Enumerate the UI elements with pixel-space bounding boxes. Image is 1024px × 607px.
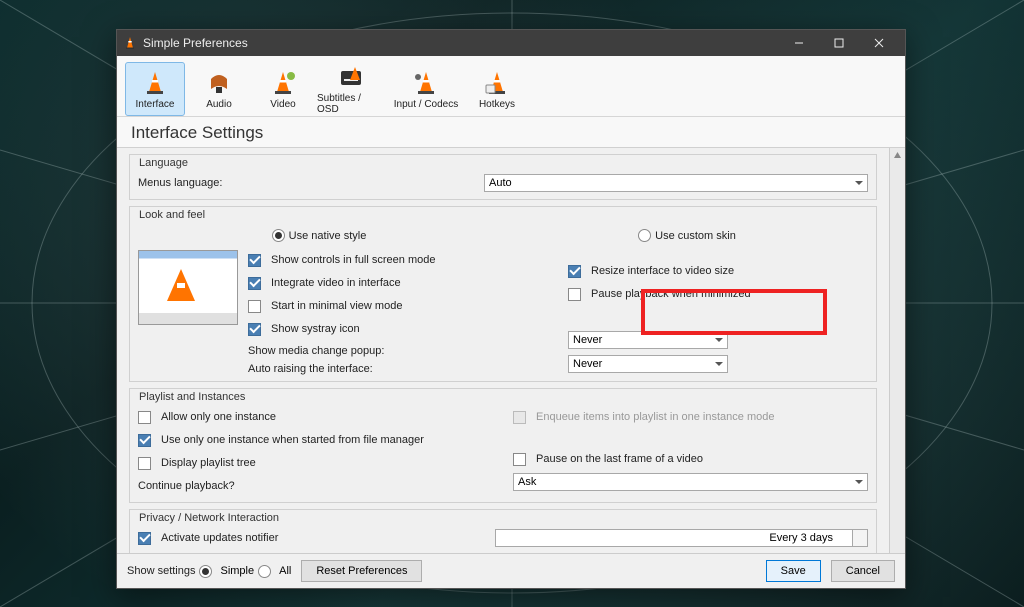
page-title: Interface Settings bbox=[117, 117, 905, 148]
show-controls-check[interactable] bbox=[248, 254, 261, 267]
allow-one-instance-check[interactable] bbox=[138, 411, 151, 424]
display-tree-check[interactable] bbox=[138, 457, 151, 470]
group-playlist: Playlist and Instances Allow only one in… bbox=[129, 388, 877, 503]
media-popup-label: Show media change popup: bbox=[248, 345, 408, 357]
use-custom-skin-radio[interactable] bbox=[638, 229, 651, 242]
group-title: Playlist and Instances bbox=[136, 391, 248, 403]
settings-scroll-area[interactable]: Language Menus language: Auto Look and f… bbox=[117, 148, 889, 553]
minimize-button[interactable] bbox=[779, 30, 819, 56]
group-language: Language Menus language: Auto bbox=[129, 154, 877, 200]
group-privacy: Privacy / Network Interaction Activate u… bbox=[129, 509, 877, 553]
tab-label: Subtitles / OSD bbox=[317, 93, 385, 115]
media-popup-select[interactable]: Never bbox=[568, 331, 728, 349]
tab-hotkeys[interactable]: Hotkeys bbox=[467, 62, 527, 116]
tab-video[interactable]: Video bbox=[253, 62, 313, 116]
tab-label: Audio bbox=[206, 99, 232, 110]
continue-playback-label: Continue playback? bbox=[138, 480, 235, 492]
close-button[interactable] bbox=[859, 30, 899, 56]
pause-last-frame-check[interactable] bbox=[513, 453, 526, 466]
footer: Show settings Simple All Reset Preferenc… bbox=[117, 553, 905, 588]
auto-raise-label: Auto raising the interface: bbox=[248, 363, 408, 375]
category-tabs: Interface Audio Video Subtitles / OSD In… bbox=[117, 56, 905, 117]
tab-subtitles[interactable]: Subtitles / OSD bbox=[317, 62, 385, 116]
group-title: Privacy / Network Interaction bbox=[136, 512, 282, 524]
vlc-cone-icon bbox=[123, 36, 137, 50]
show-settings-label: Show settings bbox=[127, 565, 195, 577]
show-systray-check[interactable] bbox=[248, 323, 261, 336]
reset-preferences-button[interactable]: Reset Preferences bbox=[301, 560, 422, 582]
tab-label: Interface bbox=[136, 99, 175, 110]
group-look-and-feel: Look and feel Use native style Use custo… bbox=[129, 206, 877, 382]
use-custom-skin-label: Use custom skin bbox=[655, 230, 736, 242]
preferences-window: Simple Preferences Interface Audio Video… bbox=[116, 29, 906, 589]
integrate-video-check[interactable] bbox=[248, 277, 261, 290]
enqueue-items-check bbox=[513, 411, 526, 424]
tab-codecs[interactable]: Input / Codecs bbox=[389, 62, 463, 116]
group-title: Language bbox=[136, 157, 191, 169]
use-native-style-radio[interactable] bbox=[272, 229, 285, 242]
continue-playback-select[interactable]: Ask bbox=[513, 473, 868, 491]
titlebar: Simple Preferences bbox=[117, 30, 905, 56]
activate-updates-check[interactable] bbox=[138, 532, 151, 545]
vertical-scrollbar[interactable] bbox=[889, 148, 905, 553]
maximize-button[interactable] bbox=[819, 30, 859, 56]
menus-language-select[interactable]: Auto bbox=[484, 174, 868, 192]
show-settings-all-radio[interactable] bbox=[258, 565, 271, 578]
one-from-fm-check[interactable] bbox=[138, 434, 151, 447]
save-button[interactable]: Save bbox=[766, 560, 821, 582]
show-settings-simple-radio[interactable] bbox=[199, 565, 212, 578]
tab-label: Video bbox=[270, 99, 295, 110]
start-minimal-check[interactable] bbox=[248, 300, 261, 313]
group-title: Look and feel bbox=[136, 209, 208, 221]
tab-label: Input / Codecs bbox=[394, 99, 458, 110]
pause-minimized-check[interactable] bbox=[568, 288, 581, 301]
updates-frequency-spinner[interactable]: Every 3 days bbox=[495, 529, 868, 547]
tab-interface[interactable]: Interface bbox=[125, 62, 185, 116]
window-title: Simple Preferences bbox=[143, 36, 248, 50]
tab-audio[interactable]: Audio bbox=[189, 62, 249, 116]
menus-language-label: Menus language: bbox=[138, 177, 478, 189]
interface-preview bbox=[138, 250, 238, 325]
auto-raise-select[interactable]: Never bbox=[568, 355, 728, 373]
resize-interface-check[interactable] bbox=[568, 265, 581, 278]
tab-label: Hotkeys bbox=[479, 99, 515, 110]
use-native-style-label: Use native style bbox=[289, 230, 367, 242]
cancel-button[interactable]: Cancel bbox=[831, 560, 895, 582]
